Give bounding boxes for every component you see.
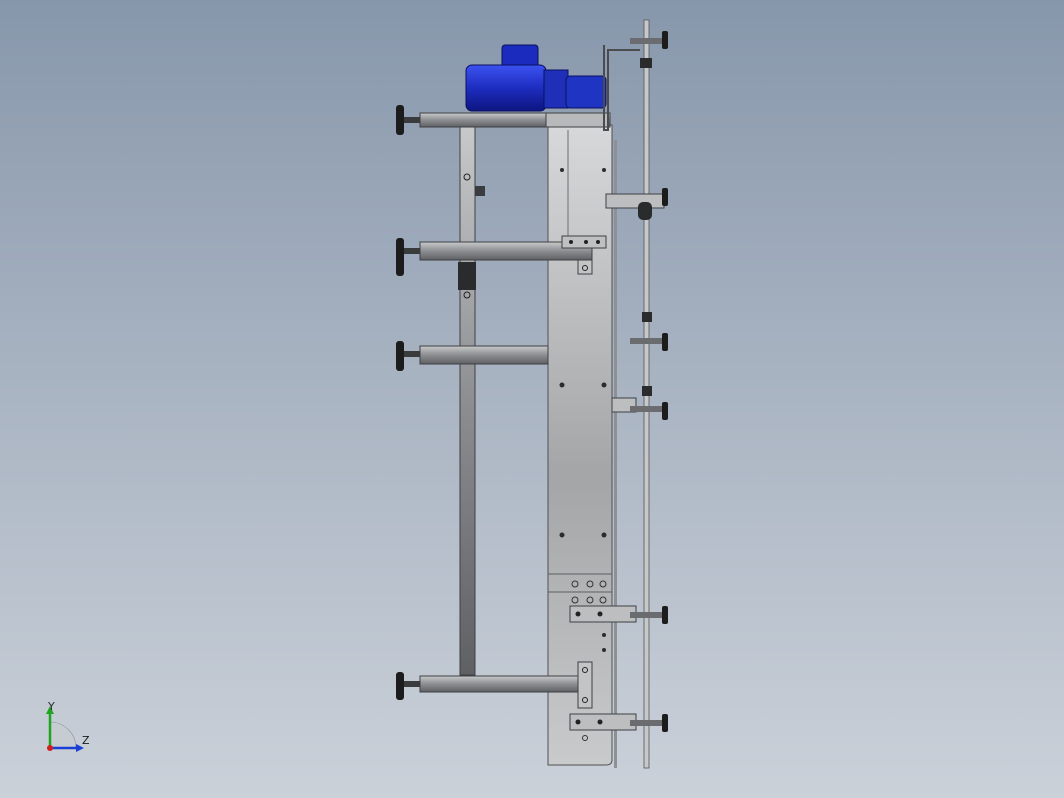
conveyor-assembly-model[interactable] [0, 0, 1064, 798]
rail-knob-icon[interactable] [662, 31, 668, 49]
support-leg[interactable] [458, 124, 485, 676]
rail-knob-icon[interactable] [662, 402, 668, 420]
rail-bracket-4[interactable] [611, 386, 668, 420]
z-axis-label: Z [82, 734, 90, 747]
y-axis-label: Y [48, 700, 55, 713]
x-axis-dot [47, 745, 53, 751]
leveling-knob-icon[interactable] [396, 105, 404, 135]
3d-viewport[interactable]: Y Z [0, 0, 1064, 798]
rail-knob-icon[interactable] [662, 188, 668, 206]
rail-knob-icon[interactable] [662, 333, 668, 351]
rail-knob-icon[interactable] [662, 714, 668, 732]
leveling-knob-icon[interactable] [396, 672, 404, 700]
leveling-knob-icon[interactable] [396, 238, 404, 276]
rail-bracket-5[interactable] [569, 605, 668, 624]
rail-bracket-6[interactable] [569, 713, 668, 732]
rail-knob-icon[interactable] [662, 606, 668, 624]
leveling-knob-icon[interactable] [396, 341, 404, 371]
